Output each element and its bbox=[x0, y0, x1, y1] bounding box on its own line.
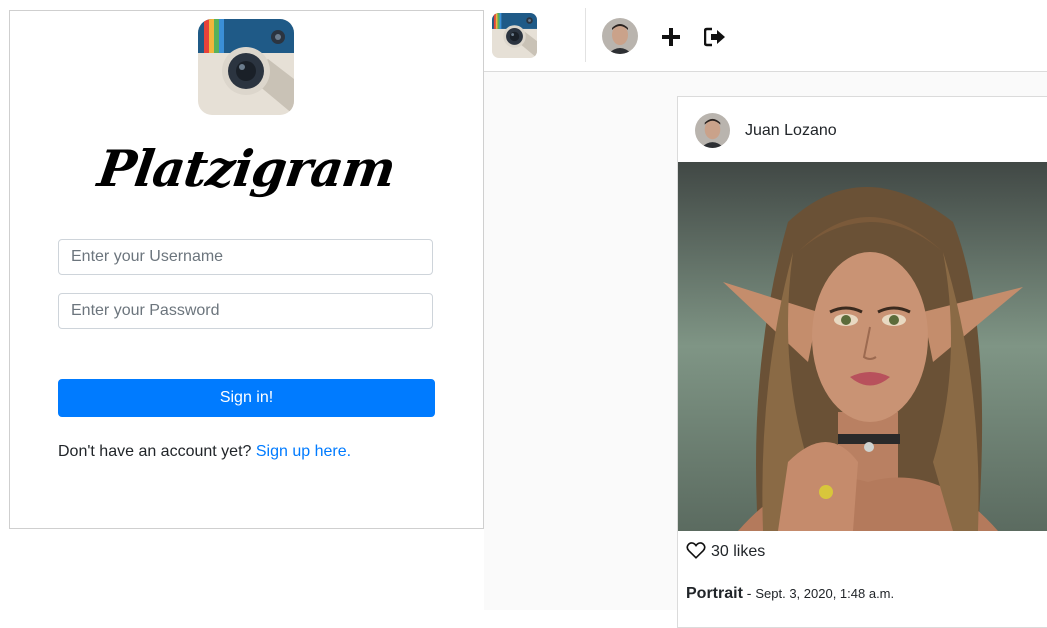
logout-icon[interactable] bbox=[702, 24, 728, 50]
login-card: Platzigram Sign in! Don't have an accoun… bbox=[9, 10, 484, 529]
signin-button[interactable]: Sign in! bbox=[58, 379, 435, 417]
heart-icon[interactable] bbox=[686, 541, 706, 564]
likes-count: 30 likes bbox=[711, 543, 766, 560]
post-date: Sept. 3, 2020, 1:48 a.m. bbox=[755, 586, 895, 601]
app-logo-icon[interactable] bbox=[492, 13, 537, 58]
post-title: Portrait bbox=[686, 585, 743, 602]
avatar[interactable] bbox=[602, 18, 638, 54]
plus-icon[interactable] bbox=[658, 24, 684, 50]
signup-prompt: Don't have an account yet? bbox=[58, 443, 252, 460]
post-photo bbox=[678, 162, 1047, 531]
post-header: Juan Lozano bbox=[678, 97, 1047, 162]
password-input[interactable] bbox=[58, 293, 433, 329]
top-navbar bbox=[484, 0, 1047, 72]
signup-prompt-line: Don't have an account yet? Sign up here. bbox=[58, 443, 351, 461]
post-caption: Portrait - Sept. 3, 2020, 1:48 a.m. bbox=[686, 585, 894, 603]
app-logo-icon bbox=[198, 19, 294, 115]
post-author-avatar[interactable] bbox=[695, 113, 730, 148]
signup-link[interactable]: Sign up here. bbox=[256, 443, 351, 460]
post-likes: 30 likes bbox=[686, 541, 765, 563]
post-author-name[interactable]: Juan Lozano bbox=[745, 122, 837, 140]
username-input[interactable] bbox=[58, 239, 433, 275]
nav-divider bbox=[585, 8, 586, 62]
brand-title: Platzigram bbox=[94, 139, 399, 198]
caption-separator: - bbox=[742, 585, 756, 601]
post-card: Juan Lozano 30 likes Portrait - Sept. 3,… bbox=[677, 96, 1047, 628]
